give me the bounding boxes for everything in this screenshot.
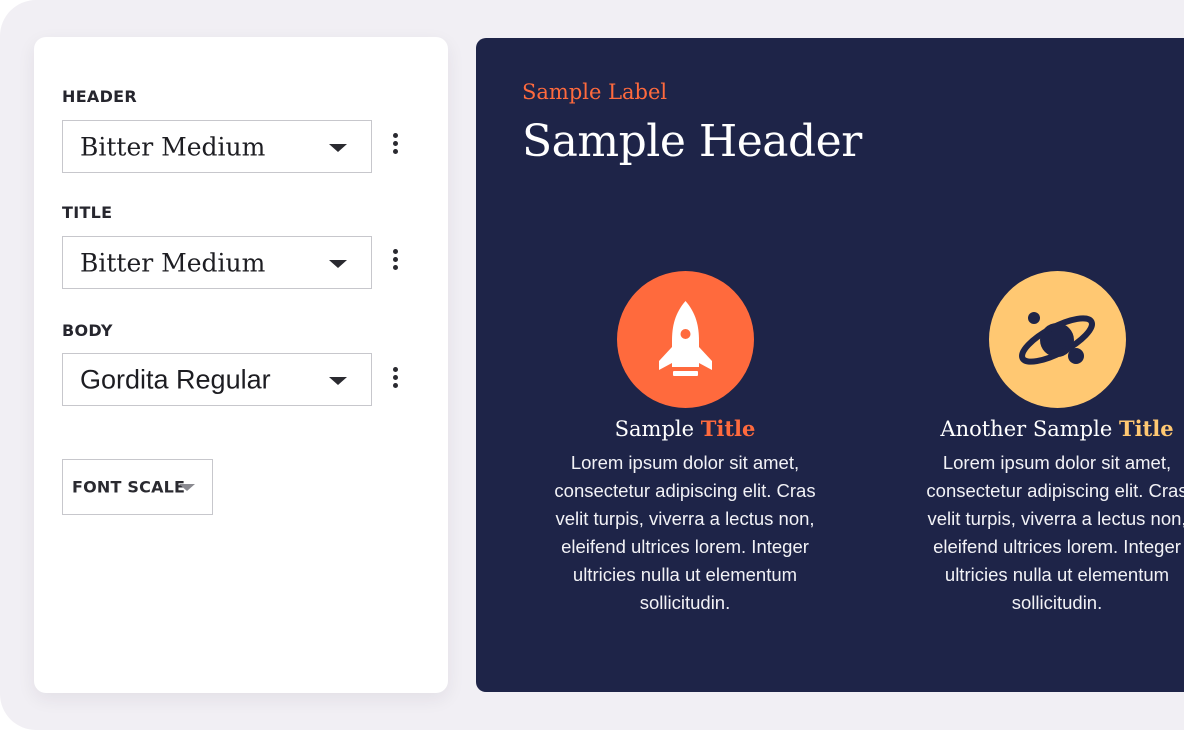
typography-settings-panel: HEADER Bitter Medium TITLE Bitter Medium… [34, 37, 448, 693]
sample-header: Sample Header [522, 116, 862, 167]
chevron-down-icon [179, 484, 195, 491]
chevron-down-icon [329, 143, 347, 152]
font-scale-button[interactable]: FONT SCALE [62, 459, 213, 515]
feature-body: Lorem ipsum dolor sit amet, consectetur … [554, 452, 816, 613]
planet-icon [988, 271, 1126, 408]
title-font-select[interactable]: Bitter Medium [62, 236, 372, 289]
feature-title-prefix: Another Sample [940, 417, 1119, 441]
header-font-select[interactable]: Bitter Medium [62, 120, 372, 173]
feature-title: Sample Title [535, 416, 835, 441]
title-font-label: TITLE [62, 203, 113, 222]
body-font-value: Gordita Regular [80, 364, 271, 394]
sample-label: Sample Label [522, 80, 668, 104]
feature-title-prefix: Sample [614, 417, 701, 441]
rocket-icon [616, 271, 754, 408]
feature-card: Another Sample Title Lorem ipsum dolor s… [907, 271, 1184, 617]
typography-preview: Sample Label Sample Header Sample Title … [476, 38, 1184, 692]
chevron-down-icon [329, 259, 347, 268]
header-font-label: HEADER [62, 87, 138, 106]
font-scale-label: FONT SCALE [72, 477, 186, 497]
header-more-options-icon[interactable] [390, 131, 402, 157]
body-font-select[interactable]: Gordita Regular [62, 353, 372, 406]
header-font-value: Bitter Medium [80, 132, 266, 161]
feature-title: Another Sample Title [907, 416, 1184, 441]
feature-title-highlight: Title [700, 416, 756, 441]
title-more-options-icon[interactable] [390, 247, 402, 273]
body-font-label: BODY [62, 321, 113, 340]
feature-title-highlight: Title [1118, 416, 1174, 441]
feature-body: Lorem ipsum dolor sit amet, consectetur … [926, 452, 1184, 613]
feature-card: Sample Title Lorem ipsum dolor sit amet,… [535, 271, 835, 617]
chevron-down-icon [329, 376, 347, 385]
body-more-options-icon[interactable] [390, 365, 402, 391]
title-font-value: Bitter Medium [80, 248, 266, 277]
